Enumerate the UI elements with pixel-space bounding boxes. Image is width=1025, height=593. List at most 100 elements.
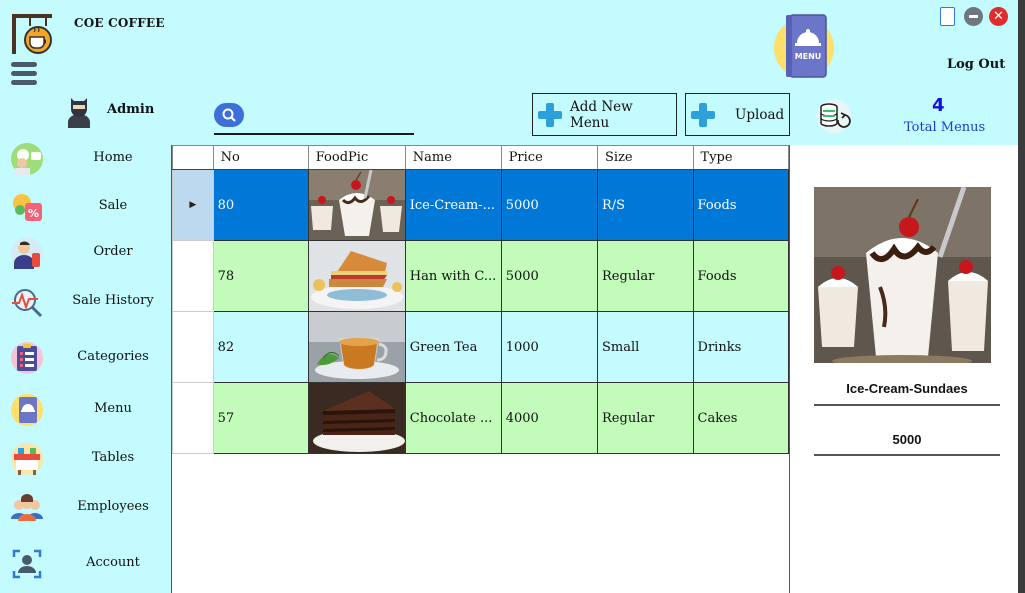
- sidebar-item-account[interactable]: Account: [0, 541, 170, 585]
- logout-button[interactable]: Log Out: [947, 57, 1005, 72]
- discount-icon: %: [10, 190, 44, 224]
- user-name: Admin: [107, 102, 155, 117]
- food-pic-cell[interactable]: [307, 382, 406, 454]
- selected-food-image: [814, 186, 991, 367]
- cell-size[interactable]: Regular: [597, 382, 694, 454]
- background-window-edge: [1018, 0, 1025, 593]
- sidebar-item-order[interactable]: Order: [0, 230, 170, 274]
- cell-size[interactable]: Small: [597, 311, 694, 383]
- column-header[interactable]: Size: [597, 145, 694, 170]
- svg-text:%: %: [28, 207, 39, 220]
- column-header[interactable]: Name: [404, 145, 502, 170]
- search-icon: [222, 108, 236, 122]
- cell-price[interactable]: 4000: [500, 382, 599, 454]
- minimize-icon[interactable]: [964, 7, 983, 26]
- table-icon: [10, 442, 44, 476]
- cell-name[interactable]: Green Tea: [404, 311, 502, 383]
- cell-type[interactable]: Drinks: [692, 311, 790, 383]
- chef-icon: [10, 142, 44, 176]
- people-icon: [10, 491, 44, 525]
- sidebar-item-home[interactable]: Home: [0, 136, 170, 180]
- total-menus-label: Total Menus: [904, 120, 986, 135]
- row-pointer-icon: ▶: [189, 200, 197, 210]
- table-row[interactable]: 57 Chocolate ... 4000 Regular Cakes: [172, 382, 790, 454]
- cell-size[interactable]: Regular: [597, 240, 694, 312]
- food-pic-cell[interactable]: [307, 240, 406, 312]
- cell-type[interactable]: Foods: [692, 240, 790, 312]
- hamburger-menu-icon[interactable]: [11, 62, 37, 86]
- upload-button[interactable]: Upload: [685, 93, 790, 136]
- plus-icon: [538, 102, 562, 127]
- table-row[interactable]: 82 Green Tea 1000 Small Drinks: [172, 311, 790, 383]
- search-input[interactable]: [214, 133, 414, 135]
- cell-name[interactable]: Ice-Cream-...: [404, 169, 502, 241]
- coffee-shop-logo-icon: [10, 12, 54, 56]
- sidebar-item-label: Employees: [77, 499, 149, 514]
- cell-no[interactable]: 82: [212, 311, 309, 383]
- menu-book-icon: MENU: [772, 12, 836, 80]
- sidebar-item-sale[interactable]: % Sale: [0, 184, 170, 228]
- search-button[interactable]: [214, 103, 244, 127]
- cake-image: [309, 383, 405, 453]
- sidebar-item-label: Sale History: [72, 293, 154, 308]
- menu-badge-text: MENU: [795, 52, 822, 61]
- cell-no[interactable]: 80: [212, 169, 309, 241]
- row-selector[interactable]: [172, 240, 214, 312]
- sidebar-item-label: Categories: [77, 349, 149, 364]
- sidebar-item-employees[interactable]: Employees: [0, 485, 170, 529]
- list-icon: [10, 341, 44, 375]
- app-title: COE COFFEE: [74, 16, 165, 30]
- sidebar-item-label: Home: [93, 150, 133, 165]
- menu-detail-panel: Ice-Cream-Sundaes 5000: [790, 145, 1025, 593]
- admin-avatar-icon: [64, 92, 94, 128]
- plus-icon: [691, 102, 715, 127]
- food-pic-cell[interactable]: [307, 311, 406, 383]
- close-icon[interactable]: ✕: [989, 7, 1008, 26]
- table-header-row: No FoodPic Name Price Size Type: [172, 145, 790, 170]
- column-header[interactable]: FoodPic: [307, 145, 406, 170]
- sidebar-item-tables[interactable]: Tables: [0, 436, 170, 480]
- cell-price[interactable]: 5000: [500, 240, 599, 312]
- sidebar-item-menu[interactable]: Menu: [0, 387, 170, 431]
- table-row[interactable]: 78 Han with C... 5000 Regular Foods: [172, 240, 790, 312]
- waiter-icon: [10, 236, 44, 270]
- table-row[interactable]: ▶ 80 Ice-Cream-... 5000 R/S Foods: [172, 169, 790, 241]
- cell-no[interactable]: 57: [212, 382, 309, 454]
- upload-label: Upload: [735, 106, 785, 123]
- row-selector[interactable]: [172, 311, 214, 383]
- row-selector[interactable]: ▶: [172, 169, 214, 241]
- cell-price[interactable]: 5000: [500, 169, 599, 241]
- sidebar-item-label: Account: [86, 555, 140, 570]
- database-refresh-icon[interactable]: [816, 98, 852, 134]
- cell-size[interactable]: R/S: [597, 169, 694, 241]
- cell-name[interactable]: Han with C...: [404, 240, 502, 312]
- sidebar-item-label: Sale: [98, 198, 128, 213]
- sidebar-item-label: Menu: [94, 401, 132, 416]
- sidebar-item-sale-history[interactable]: Sale History: [0, 279, 170, 323]
- menu-book-icon: [10, 393, 44, 427]
- tea-image: [309, 312, 405, 382]
- row-header-corner: [172, 145, 214, 170]
- ice-cream-image: [309, 170, 405, 240]
- divider: [814, 404, 1000, 406]
- sidebar-item-label: Order: [93, 244, 133, 259]
- column-header[interactable]: No: [212, 145, 309, 170]
- cell-price[interactable]: 1000: [500, 311, 599, 383]
- cell-type[interactable]: Cakes: [692, 382, 790, 454]
- divider: [814, 454, 1000, 456]
- menu-data-grid: No FoodPic Name Price Size Type ▶ 80 Ice…: [171, 145, 790, 593]
- selected-food-name: Ice-Cream-Sundaes: [846, 381, 968, 396]
- cell-type[interactable]: Foods: [692, 169, 790, 241]
- cell-no[interactable]: 78: [212, 240, 309, 312]
- add-new-menu-button[interactable]: Add New Menu: [532, 93, 677, 136]
- total-menus-count: 4: [932, 95, 945, 116]
- food-pic-cell[interactable]: [307, 169, 406, 241]
- sidebar-item-categories[interactable]: Categories: [0, 335, 170, 379]
- notepad-icon[interactable]: [940, 7, 955, 26]
- row-selector[interactable]: [172, 382, 214, 454]
- sandwich-image: [309, 241, 405, 311]
- cell-name[interactable]: Chocolate ...: [404, 382, 502, 454]
- chart-search-icon: [10, 285, 44, 319]
- column-header[interactable]: Type: [692, 145, 790, 170]
- column-header[interactable]: Price: [500, 145, 599, 170]
